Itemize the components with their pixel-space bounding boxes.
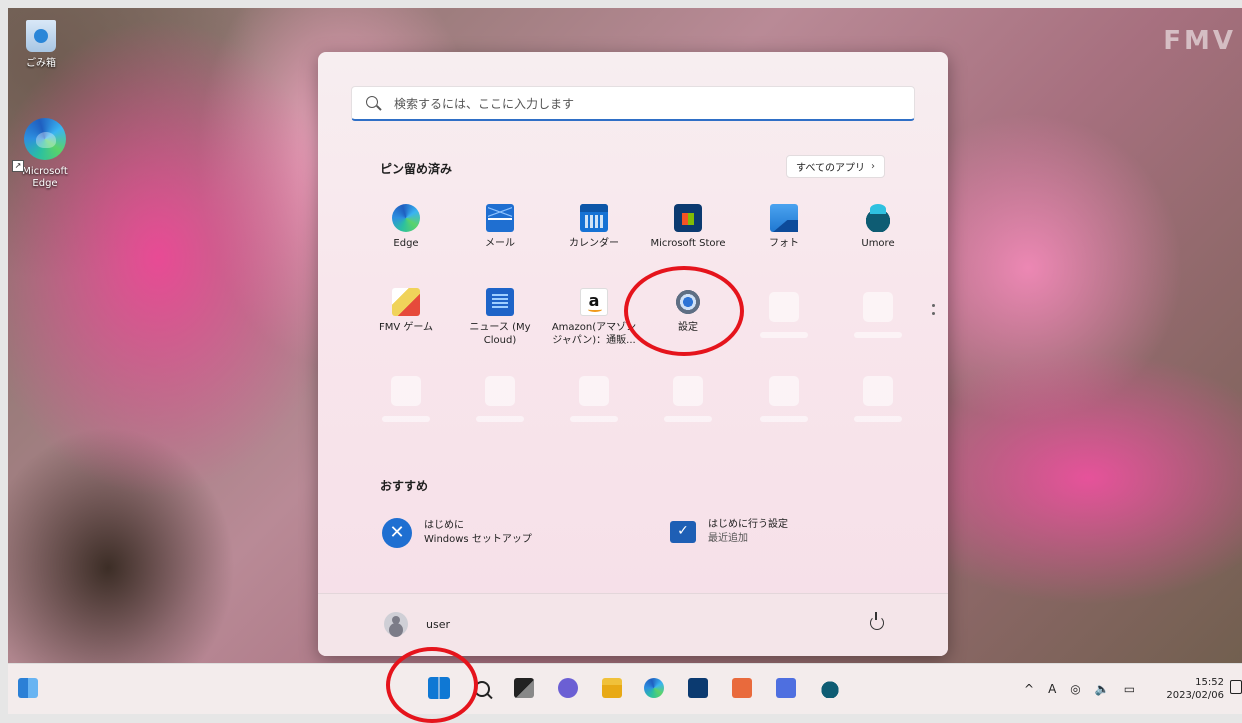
all-apps-label: すべてのアプリ — [796, 163, 865, 174]
fmv-watermark: FMV — [1163, 26, 1236, 56]
placeholder-tile — [673, 376, 703, 406]
placeholder-tile — [863, 292, 893, 322]
clock[interactable]: 15:52 2023/02/06 — [1160, 676, 1224, 702]
pinned-app-label-line1: ニュース (My — [469, 322, 531, 333]
pinned-app-calendar[interactable]: カレンダー — [554, 204, 634, 250]
pinned-app-edge[interactable]: Edge — [366, 204, 446, 250]
placeholder-tile — [769, 292, 799, 322]
highlight-circle-start — [386, 647, 478, 723]
placeholder-label — [664, 416, 712, 422]
placeholder-label — [760, 332, 808, 338]
all-apps-button[interactable]: すべてのアプリ › — [786, 155, 885, 178]
edge-icon[interactable] — [644, 678, 664, 698]
shortcut-arrow-icon: ↗ — [12, 160, 24, 172]
get-started-icon — [382, 518, 412, 548]
mail-app-icon[interactable] — [776, 678, 796, 698]
pinned-app-umore[interactable]: Umore — [838, 204, 918, 250]
recycle-bin-desktop-icon[interactable]: ごみ箱 — [8, 20, 74, 70]
network-icon[interactable]: ◎ — [1070, 682, 1080, 696]
placeholder-tile — [769, 376, 799, 406]
widgets-icon[interactable] — [18, 678, 38, 698]
highlight-circle-settings — [624, 266, 744, 356]
edge-desktop-label-line2: Edge — [32, 178, 58, 189]
clock-date: 2023/02/06 — [1166, 690, 1224, 701]
news-icon — [486, 288, 514, 316]
taskbar: ^ A ◎ 🔈 ▭ 15:52 2023/02/06 — [8, 663, 1242, 714]
pinned-app-store[interactable]: Microsoft Store — [640, 204, 736, 250]
placeholder-label — [854, 332, 902, 338]
recommended-item-initial-setup[interactable]: はじめに行う設定 最近追加 — [670, 518, 788, 546]
power-icon[interactable] — [870, 612, 884, 630]
recycle-bin-icon — [26, 20, 56, 52]
page-indicator-dots[interactable] — [932, 304, 936, 320]
placeholder-tile — [863, 376, 893, 406]
recommended-item-subtitle: Windows セットアップ — [424, 534, 532, 545]
pinned-app-label: Umore — [861, 238, 895, 249]
store-icon[interactable] — [688, 678, 708, 698]
game-icon — [392, 288, 420, 316]
placeholder-label — [854, 416, 902, 422]
mail-icon — [486, 204, 514, 232]
pinned-section-title: ピン留め済み — [380, 162, 453, 176]
start-menu: ピン留め済み すべてのアプリ › Edge メール カレンダー Microsof… — [318, 52, 948, 656]
show-hidden-icons-icon[interactable]: ^ — [1024, 682, 1034, 696]
placeholder-tile — [391, 376, 421, 406]
recommended-item-title: はじめに行う設定 — [708, 519, 788, 530]
search-icon — [366, 96, 378, 108]
placeholder-tile — [485, 376, 515, 406]
search-input[interactable] — [392, 93, 896, 115]
pinned-app-label-line2: ジャパン)：通販... — [552, 335, 636, 346]
amazon-icon: a — [580, 288, 608, 316]
pinned-app-label: フォト — [769, 238, 799, 249]
start-search-box[interactable] — [351, 86, 915, 121]
pinned-app-label: Microsoft Store — [650, 238, 726, 249]
volume-icon[interactable]: 🔈 — [1095, 682, 1110, 696]
recycle-bin-label: ごみ箱 — [26, 58, 56, 69]
placeholder-label — [382, 416, 430, 422]
edge-icon — [24, 118, 66, 160]
pinned-app-fmv-game[interactable]: FMV ゲーム — [366, 288, 446, 334]
edge-desktop-shortcut[interactable]: ↗ Microsoft Edge — [12, 118, 78, 190]
setup-icon — [670, 521, 696, 543]
file-explorer-icon[interactable] — [602, 678, 622, 698]
store-icon — [674, 204, 702, 232]
clock-time: 15:52 — [1195, 677, 1224, 688]
recommended-section-title: おすすめ — [380, 479, 429, 493]
user-name[interactable]: user — [426, 618, 450, 631]
task-view-icon[interactable] — [514, 678, 534, 698]
pinned-app-photos[interactable]: フォト — [744, 204, 824, 250]
umore-icon — [864, 204, 892, 232]
placeholder-label — [760, 416, 808, 422]
recommended-item-subtitle: 最近追加 — [708, 533, 748, 544]
desktop: ごみ箱 ↗ Microsoft Edge FMV ピン留め済み すべてのアプリ … — [8, 8, 1242, 713]
user-avatar-icon[interactable] — [384, 612, 408, 636]
pinned-app-label: FMV ゲーム — [378, 322, 434, 333]
app-icon[interactable] — [732, 678, 752, 698]
system-tray: ^ A ◎ 🔈 ▭ — [1024, 682, 1135, 696]
calendar-icon — [580, 204, 608, 232]
pinned-app-mail[interactable]: メール — [460, 204, 540, 250]
pinned-app-label: メール — [485, 238, 515, 249]
chevron-right-icon: › — [870, 161, 875, 172]
battery-icon[interactable]: ▭ — [1124, 682, 1135, 696]
placeholder-label — [570, 416, 618, 422]
pinned-app-news[interactable]: ニュース (My Cloud) — [460, 288, 540, 347]
pinned-app-label: カレンダー — [569, 238, 619, 249]
pinned-app-label-line2: Cloud) — [483, 335, 517, 346]
placeholder-tile — [579, 376, 609, 406]
start-menu-footer: user — [318, 593, 948, 656]
ime-mode-indicator[interactable]: A — [1048, 682, 1056, 696]
edge-icon — [392, 204, 420, 232]
recommended-item-get-started[interactable]: はじめに Windows セットアップ — [382, 518, 532, 548]
chat-icon[interactable] — [558, 678, 578, 698]
notification-icon[interactable] — [1230, 680, 1242, 694]
umore-icon[interactable] — [820, 678, 840, 698]
pinned-app-label: Edge — [393, 238, 419, 249]
recommended-item-title: はじめに — [424, 520, 464, 531]
placeholder-label — [476, 416, 524, 422]
photos-icon — [770, 204, 798, 232]
